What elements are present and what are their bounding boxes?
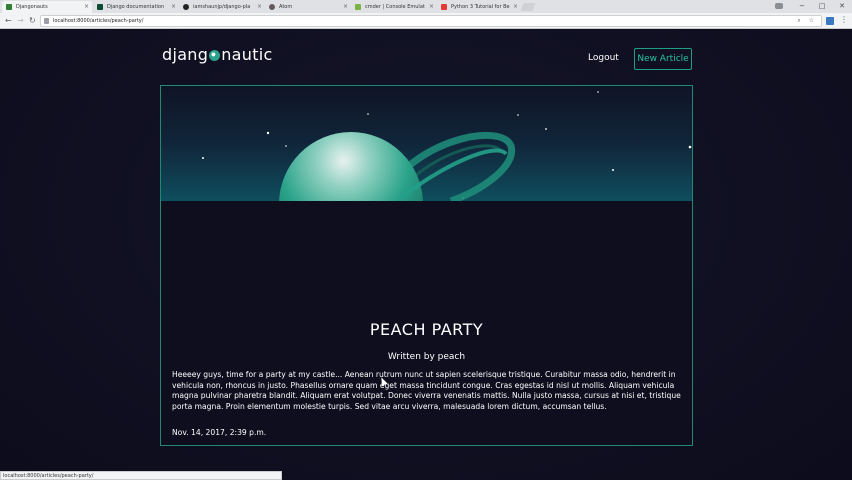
tab-title: cmder | Console Emulat xyxy=(365,4,425,10)
browser-tab[interactable]: Atom × xyxy=(265,1,351,13)
profile-icon[interactable] xyxy=(775,3,783,9)
article-body: Heeeey guys, time for a party at my cast… xyxy=(172,370,681,411)
close-window-button[interactable]: ✕ xyxy=(832,0,852,13)
browser-tab[interactable]: Djangonauts × xyxy=(2,1,92,13)
tab-favicon-icon xyxy=(6,4,12,10)
tab-favicon-icon xyxy=(441,4,447,10)
logout-link[interactable]: Logout xyxy=(588,53,619,63)
article-author: Written by peach xyxy=(387,352,466,362)
browser-tab[interactable]: cmder | Console Emulat × xyxy=(351,1,437,13)
status-bar-url: localhost:8000/articles/peach-party/ xyxy=(0,471,282,480)
site-logo[interactable]: djang nautic xyxy=(162,45,273,64)
bookmark-star-icon[interactable]: ⌕ ☆ xyxy=(797,16,817,26)
tab-favicon-icon xyxy=(183,4,189,10)
forward-arrow-icon[interactable]: → xyxy=(17,14,24,27)
tab-title: Djangonauts xyxy=(16,4,48,10)
tab-title: Atom xyxy=(279,4,293,10)
tab-close-icon[interactable]: × xyxy=(513,1,518,13)
browser-tab[interactable]: iamshaunjp/django-pla × xyxy=(179,1,265,13)
browser-toolbar: ← → ↻ localhost:8000/articles/peach-part… xyxy=(0,13,852,29)
minimize-button[interactable]: − xyxy=(792,0,812,13)
tab-close-icon[interactable]: × xyxy=(171,1,176,13)
new-article-button[interactable]: New Article xyxy=(634,48,692,70)
new-tab-button[interactable] xyxy=(520,3,536,11)
logo-text-right: nautic xyxy=(221,45,273,64)
tab-title: Python 3 Tutorial for Be xyxy=(451,4,510,10)
tab-favicon-icon xyxy=(355,4,361,10)
browser-menu-icon[interactable]: ⋮ xyxy=(840,15,848,25)
logo-text-left: djang xyxy=(162,45,209,64)
tab-title: Django documentation xyxy=(107,4,165,10)
browser-tab-bar: Djangonauts × Django documentation × iam… xyxy=(0,0,852,13)
address-bar[interactable]: localhost:8000/articles/peach-party/ ⌕ ☆ xyxy=(40,15,822,27)
planet-illustration xyxy=(202,91,692,201)
tab-title: iamshaunjp/django-pla xyxy=(193,4,251,10)
browser-tab[interactable]: Django documentation × xyxy=(93,1,179,13)
reload-icon[interactable]: ↻ xyxy=(29,14,36,27)
article-card: PEACH PARTY Written by peach Heeeey guys… xyxy=(160,85,693,446)
article-date: Nov. 14, 2017, 2:39 p.m. xyxy=(172,428,267,437)
tab-favicon-icon xyxy=(97,4,103,10)
planet-logo-icon xyxy=(209,50,221,61)
tab-close-icon[interactable]: × xyxy=(429,1,434,13)
browser-tab[interactable]: Python 3 Tutorial for Be × xyxy=(437,1,521,13)
window-controls: − □ ✕ xyxy=(792,0,852,13)
article-title: PEACH PARTY xyxy=(369,320,484,339)
article-banner-image xyxy=(161,86,692,201)
tab-close-icon[interactable]: × xyxy=(343,1,348,13)
maximize-button[interactable]: □ xyxy=(812,0,832,13)
tab-close-icon[interactable]: × xyxy=(84,1,89,13)
page-info-icon[interactable] xyxy=(44,18,49,24)
back-arrow-icon[interactable]: ← xyxy=(5,14,12,27)
address-bar-url[interactable]: localhost:8000/articles/peach-party/ xyxy=(53,16,143,26)
tab-favicon-icon xyxy=(269,4,275,10)
tab-close-icon[interactable]: × xyxy=(257,1,262,13)
extension-icon[interactable] xyxy=(826,17,834,25)
web-page: djang nautic Logout New Article PEACH PA… xyxy=(0,29,852,480)
